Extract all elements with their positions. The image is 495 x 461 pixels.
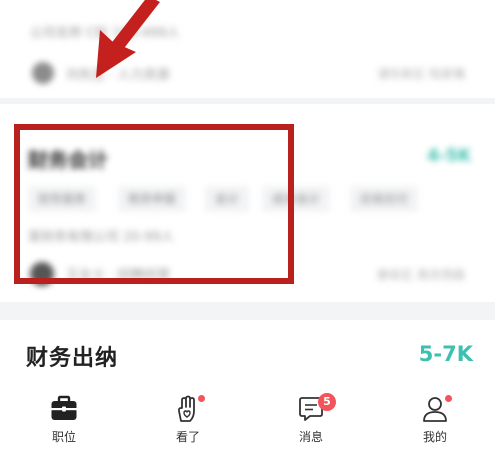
company-meta: 某财务有限公司 20-99人 bbox=[28, 230, 174, 245]
job-card-previous[interactable]: 公司名称 C轮 100-499人 刘先生 · 人力资源 浦东新区 陆家嘴 bbox=[0, 0, 495, 98]
bottom-tab-bar: 职位 看了 5 消息 我的 bbox=[0, 386, 495, 461]
unread-dot bbox=[198, 395, 205, 402]
job-title: 财务会计 bbox=[28, 148, 108, 172]
recruiter-info: 刘先生 · 人力资源 bbox=[66, 68, 170, 83]
skill-tag: 应收应付 bbox=[350, 186, 419, 212]
tab-me[interactable]: 我的 bbox=[373, 386, 495, 461]
job-location: 静安区 南京西路 bbox=[377, 268, 465, 282]
job-salary: 5-7K bbox=[418, 342, 473, 366]
tab-jobs[interactable]: 职位 bbox=[2, 386, 126, 461]
tab-messages[interactable]: 5 消息 bbox=[249, 386, 373, 461]
job-card-finance-accountant[interactable]: 财务会计 4-5K 财务报表 税务申报 会计 成本会计 应收应付 某财务有限公司… bbox=[0, 104, 495, 302]
job-title: 财务出纳 bbox=[26, 346, 119, 371]
tab-viewed[interactable]: 看了 bbox=[126, 386, 250, 461]
recruiter-avatar bbox=[32, 62, 54, 84]
company-meta: 公司名称 C轮 100-499人 bbox=[30, 26, 180, 41]
skill-tag: 成本会计 bbox=[262, 186, 331, 212]
recruiter-info: 王女士 · 招聘经理 bbox=[66, 268, 170, 283]
tab-label: 我的 bbox=[422, 430, 447, 444]
briefcase-icon bbox=[51, 395, 77, 420]
tab-label: 看了 bbox=[175, 430, 200, 444]
tab-label: 职位 bbox=[51, 430, 76, 444]
recruiter-avatar bbox=[30, 262, 54, 286]
job-location: 浦东新区 陆家嘴 bbox=[377, 67, 465, 81]
message-count-badge: 5 bbox=[318, 393, 336, 411]
skill-tag: 财务报表 bbox=[28, 186, 97, 212]
skill-tag: 税务申报 bbox=[118, 186, 187, 212]
job-salary: 4-5K bbox=[427, 146, 471, 166]
unread-dot bbox=[445, 395, 452, 402]
skill-tag: 会计 bbox=[205, 186, 250, 212]
tab-label: 消息 bbox=[298, 430, 323, 444]
